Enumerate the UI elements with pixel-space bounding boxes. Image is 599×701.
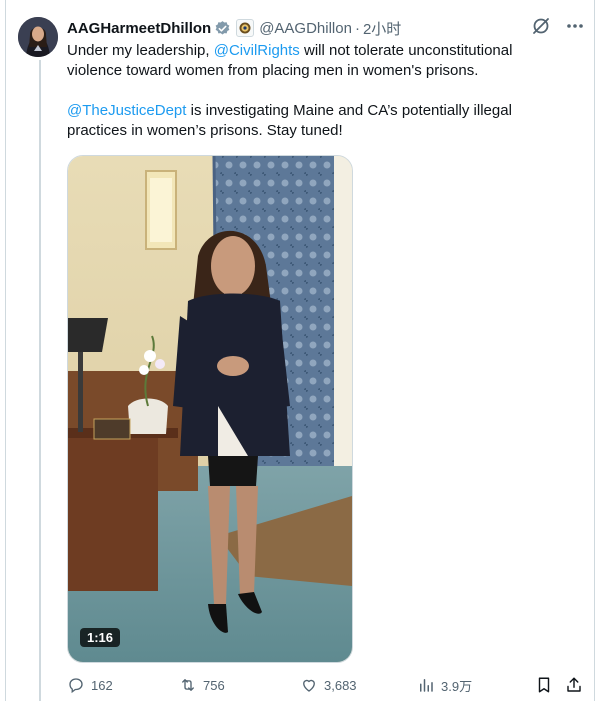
- action-bar: 162 756 3,683 3.9万: [67, 675, 587, 695]
- views-icon: [420, 679, 433, 692]
- video-player[interactable]: 1:16: [67, 155, 353, 663]
- views-count: 3.9万: [441, 678, 473, 694]
- text-segment: Under my leadership,: [67, 42, 214, 59]
- bookmark-icon: [538, 677, 550, 693]
- reply-icon: [69, 678, 83, 694]
- more-icon[interactable]: [565, 16, 585, 36]
- like-count: 3,683: [324, 677, 357, 693]
- mention-justicedept[interactable]: @TheJusticeDept: [67, 102, 186, 119]
- reply-count: 162: [91, 677, 113, 693]
- author-name[interactable]: AAGHarmeetDhillon: [67, 20, 211, 37]
- mention-civilrights[interactable]: @CivilRights: [214, 42, 300, 59]
- reply-button[interactable]: 162: [67, 675, 113, 695]
- author-handle[interactable]: @AAGDhillon: [259, 20, 352, 37]
- like-icon: [303, 679, 315, 692]
- tweet-paragraph-2: @TheJusticeDept is investigating Maine a…: [67, 101, 567, 141]
- top-icons: [531, 16, 585, 36]
- thread-line: [39, 60, 41, 701]
- grok-icon[interactable]: [531, 16, 551, 36]
- repost-count: 756: [203, 677, 225, 693]
- government-seal-icon[interactable]: [236, 19, 255, 37]
- video-thumbnail: [68, 156, 352, 662]
- tweet-text: Under my leadership, @CivilRights will n…: [67, 41, 567, 141]
- timestamp[interactable]: 2小时: [363, 18, 401, 39]
- like-button[interactable]: 3,683: [300, 675, 357, 695]
- share-button[interactable]: [565, 675, 583, 695]
- bookmark-button[interactable]: [535, 675, 553, 695]
- video-duration: 1:16: [80, 628, 121, 647]
- views-button[interactable]: 3.9万: [417, 675, 472, 695]
- tweet-header: AAGHarmeetDhillon @AAGDhillon · 2小时: [67, 17, 401, 39]
- verified-badge-icon: [215, 20, 230, 35]
- repost-button[interactable]: 756: [179, 675, 225, 695]
- separator-dot: ·: [354, 19, 360, 37]
- share-icon: [567, 677, 581, 692]
- tweet-paragraph-1: Under my leadership, @CivilRights will n…: [67, 41, 567, 81]
- repost-icon: [182, 679, 194, 691]
- avatar[interactable]: [18, 17, 58, 57]
